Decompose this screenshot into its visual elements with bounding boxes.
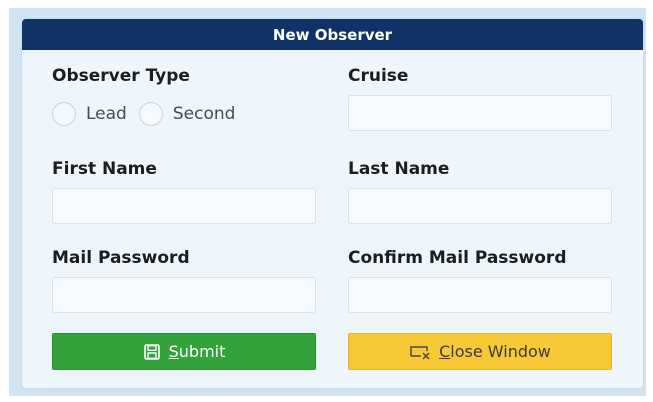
confirm-mail-password-label: Confirm Mail Password	[348, 248, 567, 268]
first-name-input[interactable]	[52, 188, 316, 224]
first-name-label: First Name	[52, 159, 157, 179]
mail-password-label: Mail Password	[52, 248, 190, 268]
close-window-button[interactable]: Close Window	[348, 333, 612, 370]
last-name-label: Last Name	[348, 159, 450, 179]
radio-option-lead[interactable]: Lead	[52, 102, 127, 126]
save-icon	[143, 343, 161, 361]
radio-option-second[interactable]: Second	[138, 102, 236, 126]
mail-password-input[interactable]	[52, 277, 316, 313]
confirm-mail-password-input[interactable]	[348, 277, 612, 313]
close-window-button-label: Close Window	[439, 342, 551, 361]
cruise-input[interactable]	[348, 95, 612, 131]
observer-type-label: Observer Type	[52, 66, 190, 86]
submit-button-label: Submit	[168, 342, 226, 361]
last-name-input[interactable]	[348, 188, 612, 224]
radio-second[interactable]	[138, 102, 163, 126]
radio-lead[interactable]	[52, 102, 76, 126]
observer-type-radio-group: Lead Second	[52, 99, 247, 129]
cruise-label: Cruise	[348, 66, 409, 86]
radio-second-label: Second	[172, 104, 236, 124]
new-observer-dialog: New Observer Observer Type Lead Second C…	[22, 19, 643, 388]
radio-lead-label: Lead	[86, 104, 127, 124]
dialog-title: New Observer	[22, 19, 643, 50]
submit-button[interactable]: Submit	[52, 333, 316, 370]
close-window-icon	[409, 344, 431, 360]
